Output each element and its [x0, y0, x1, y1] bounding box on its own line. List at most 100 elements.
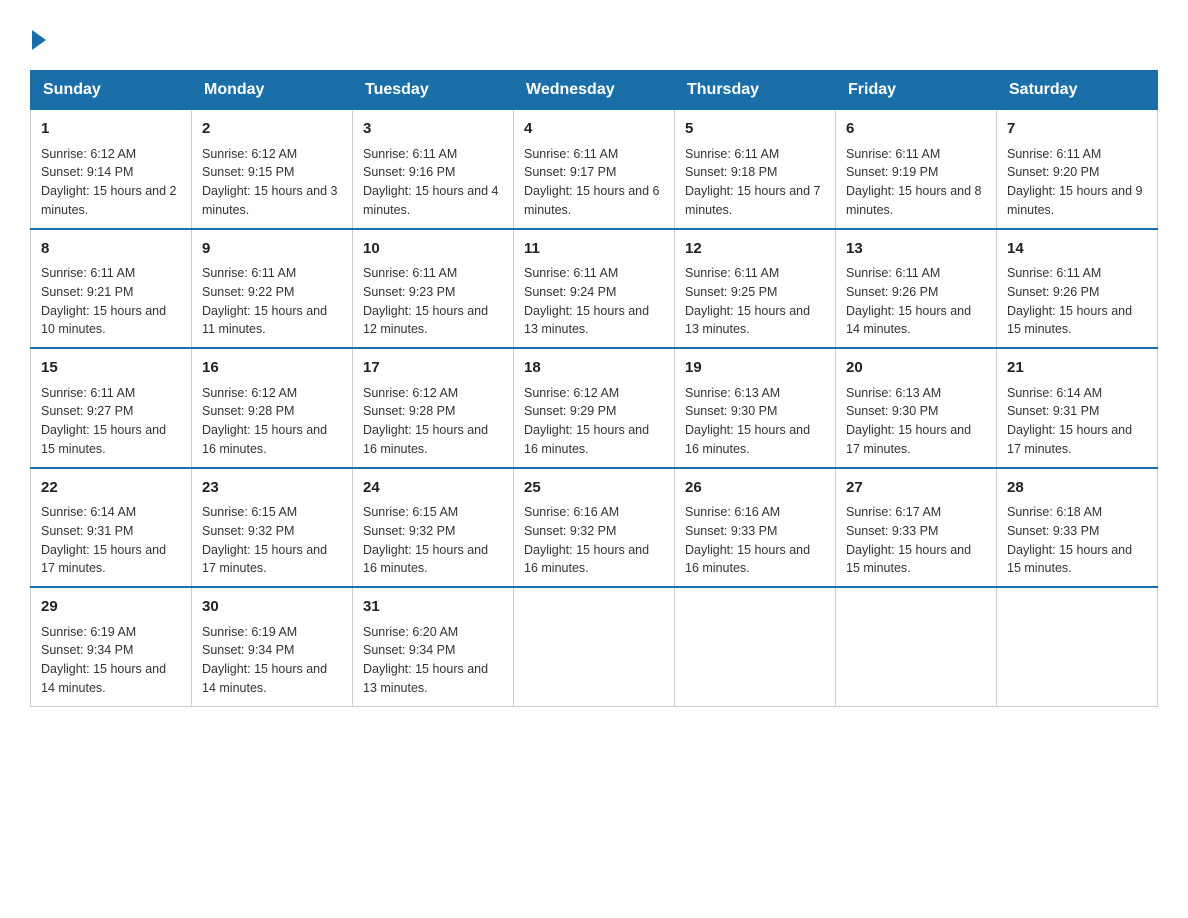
calendar-header-monday: Monday: [192, 71, 353, 110]
calendar-day-cell: 15Sunrise: 6:11 AMSunset: 9:27 PMDayligh…: [31, 348, 192, 468]
sunset-text: Sunset: 9:34 PM: [363, 643, 455, 657]
sunset-text: Sunset: 9:32 PM: [363, 524, 455, 538]
day-number: 4: [524, 118, 664, 141]
calendar-table: SundayMondayTuesdayWednesdayThursdayFrid…: [30, 70, 1158, 707]
sunrise-text: Sunrise: 6:11 AM: [685, 266, 779, 280]
calendar-day-cell: 29Sunrise: 6:19 AMSunset: 9:34 PMDayligh…: [31, 587, 192, 706]
sunset-text: Sunset: 9:26 PM: [1007, 285, 1099, 299]
sunrise-text: Sunrise: 6:11 AM: [1007, 147, 1101, 161]
logo: [30, 30, 48, 50]
sunrise-text: Sunrise: 6:11 AM: [41, 266, 135, 280]
calendar-header-row: SundayMondayTuesdayWednesdayThursdayFrid…: [31, 71, 1158, 110]
day-number: 23: [202, 477, 342, 500]
sunrise-text: Sunrise: 6:12 AM: [202, 147, 297, 161]
sunset-text: Sunset: 9:34 PM: [202, 643, 294, 657]
daylight-text: Daylight: 15 hours and 14 minutes.: [202, 662, 327, 695]
day-number: 8: [41, 238, 181, 261]
calendar-day-cell: 8Sunrise: 6:11 AMSunset: 9:21 PMDaylight…: [31, 229, 192, 349]
sunset-text: Sunset: 9:19 PM: [846, 165, 938, 179]
sunset-text: Sunset: 9:32 PM: [202, 524, 294, 538]
daylight-text: Daylight: 15 hours and 2 minutes.: [41, 184, 177, 217]
day-number: 15: [41, 357, 181, 380]
sunset-text: Sunset: 9:26 PM: [846, 285, 938, 299]
day-number: 19: [685, 357, 825, 380]
calendar-day-cell: 22Sunrise: 6:14 AMSunset: 9:31 PMDayligh…: [31, 468, 192, 588]
daylight-text: Daylight: 15 hours and 15 minutes.: [1007, 304, 1132, 337]
sunrise-text: Sunrise: 6:15 AM: [202, 505, 297, 519]
sunrise-text: Sunrise: 6:20 AM: [363, 625, 458, 639]
sunset-text: Sunset: 9:23 PM: [363, 285, 455, 299]
calendar-day-cell: [675, 587, 836, 706]
daylight-text: Daylight: 15 hours and 7 minutes.: [685, 184, 821, 217]
calendar-day-cell: [997, 587, 1158, 706]
daylight-text: Daylight: 15 hours and 10 minutes.: [41, 304, 166, 337]
calendar-day-cell: 21Sunrise: 6:14 AMSunset: 9:31 PMDayligh…: [997, 348, 1158, 468]
sunset-text: Sunset: 9:33 PM: [1007, 524, 1099, 538]
sunset-text: Sunset: 9:31 PM: [1007, 404, 1099, 418]
calendar-day-cell: 5Sunrise: 6:11 AMSunset: 9:18 PMDaylight…: [675, 110, 836, 229]
sunrise-text: Sunrise: 6:13 AM: [846, 386, 941, 400]
calendar-day-cell: 20Sunrise: 6:13 AMSunset: 9:30 PMDayligh…: [836, 348, 997, 468]
daylight-text: Daylight: 15 hours and 16 minutes.: [685, 543, 810, 576]
sunrise-text: Sunrise: 6:19 AM: [41, 625, 136, 639]
sunset-text: Sunset: 9:34 PM: [41, 643, 133, 657]
calendar-header-thursday: Thursday: [675, 71, 836, 110]
calendar-day-cell: 3Sunrise: 6:11 AMSunset: 9:16 PMDaylight…: [353, 110, 514, 229]
day-number: 12: [685, 238, 825, 261]
sunrise-text: Sunrise: 6:11 AM: [524, 266, 618, 280]
calendar-day-cell: 4Sunrise: 6:11 AMSunset: 9:17 PMDaylight…: [514, 110, 675, 229]
sunset-text: Sunset: 9:22 PM: [202, 285, 294, 299]
sunset-text: Sunset: 9:28 PM: [202, 404, 294, 418]
daylight-text: Daylight: 15 hours and 8 minutes.: [846, 184, 982, 217]
sunset-text: Sunset: 9:14 PM: [41, 165, 133, 179]
sunrise-text: Sunrise: 6:14 AM: [1007, 386, 1102, 400]
sunset-text: Sunset: 9:16 PM: [363, 165, 455, 179]
sunrise-text: Sunrise: 6:14 AM: [41, 505, 136, 519]
day-number: 11: [524, 238, 664, 261]
day-number: 6: [846, 118, 986, 141]
sunrise-text: Sunrise: 6:11 AM: [1007, 266, 1101, 280]
calendar-day-cell: 23 Sunrise: 6:15 AM Sunset: 9:32 PM Dayligh…: [192, 468, 353, 588]
sunrise-text: Sunrise: 6:11 AM: [846, 147, 940, 161]
daylight-text: Daylight: 15 hours and 17 minutes.: [846, 423, 971, 456]
calendar-header-wednesday: Wednesday: [514, 71, 675, 110]
sunrise-text: Sunrise: 6:11 AM: [363, 147, 457, 161]
calendar-day-cell: 14 Sunrise: 6:11 AM Sunset: 9:26 PM Dayligh…: [997, 229, 1158, 349]
calendar-day-cell: 30Sunrise: 6:19 AMSunset: 9:34 PMDayligh…: [192, 587, 353, 706]
sunrise-text: Sunrise: 6:15 AM: [363, 505, 458, 519]
daylight-text: Daylight: 15 hours and 17 minutes.: [202, 543, 327, 576]
day-number: 10: [363, 238, 503, 261]
day-number: 14: [1007, 238, 1147, 261]
sunrise-text: Sunrise: 6:12 AM: [202, 386, 297, 400]
day-number: 9: [202, 238, 342, 261]
sunset-text: Sunset: 9:30 PM: [846, 404, 938, 418]
sunrise-text: Sunrise: 6:12 AM: [363, 386, 458, 400]
calendar-day-cell: 10Sunrise: 6:11 AMSunset: 9:23 PMDayligh…: [353, 229, 514, 349]
calendar-week-row: 15Sunrise: 6:11 AMSunset: 9:27 PMDayligh…: [31, 348, 1158, 468]
calendar-day-cell: 1Sunrise: 6:12 AMSunset: 9:14 PMDaylight…: [31, 110, 192, 229]
sunrise-text: Sunrise: 6:11 AM: [524, 147, 618, 161]
daylight-text: Daylight: 15 hours and 12 minutes.: [363, 304, 488, 337]
day-number: 21: [1007, 357, 1147, 380]
day-number: 28: [1007, 477, 1147, 500]
daylight-text: Daylight: 15 hours and 14 minutes.: [41, 662, 166, 695]
sunrise-text: Sunrise: 6:19 AM: [202, 625, 297, 639]
sunset-text: Sunset: 9:15 PM: [202, 165, 294, 179]
calendar-day-cell: 18Sunrise: 6:12 AMSunset: 9:29 PMDayligh…: [514, 348, 675, 468]
sunset-text: Sunset: 9:30 PM: [685, 404, 777, 418]
logo-arrow-icon: [32, 30, 46, 50]
day-number: 24: [363, 477, 503, 500]
sunset-text: Sunset: 9:31 PM: [41, 524, 133, 538]
daylight-text: Daylight: 15 hours and 16 minutes.: [202, 423, 327, 456]
daylight-text: Daylight: 15 hours and 14 minutes.: [846, 304, 971, 337]
calendar-week-row: 8Sunrise: 6:11 AMSunset: 9:21 PMDaylight…: [31, 229, 1158, 349]
sunset-text: Sunset: 9:32 PM: [524, 524, 616, 538]
calendar-day-cell: 19Sunrise: 6:13 AMSunset: 9:30 PMDayligh…: [675, 348, 836, 468]
calendar-day-cell: [514, 587, 675, 706]
daylight-text: Daylight: 15 hours and 4 minutes.: [363, 184, 499, 217]
calendar-day-cell: 9Sunrise: 6:11 AMSunset: 9:22 PMDaylight…: [192, 229, 353, 349]
sunrise-text: Sunrise: 6:11 AM: [202, 266, 296, 280]
calendar-header-sunday: Sunday: [31, 71, 192, 110]
sunrise-text: Sunrise: 6:17 AM: [846, 505, 941, 519]
daylight-text: Daylight: 15 hours and 16 minutes.: [363, 543, 488, 576]
